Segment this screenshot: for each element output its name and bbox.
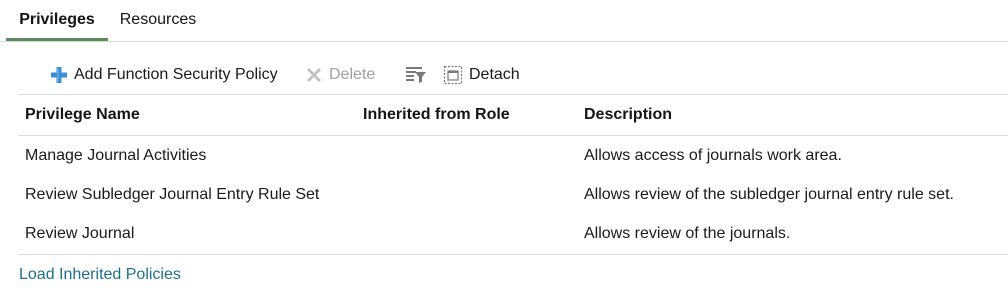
plus-icon [50,66,68,84]
x-icon [305,66,323,84]
detach-button-label: Detach [469,66,520,83]
add-button-label: Add Function Security Policy [74,66,278,83]
detach-icon [443,65,463,85]
table-body: Manage Journal Activities Allows access … [18,136,1008,255]
detach-button[interactable]: Detach [443,57,520,93]
description-cell: Allows review of the subledger journal e… [584,186,954,203]
delete-button[interactable]: Delete [305,57,375,93]
table-row[interactable]: Manage Journal Activities Allows access … [18,136,1008,175]
tab-resources[interactable]: Resources [108,0,208,40]
tab-bar: Privileges Resources [0,0,1008,42]
privilege-name-cell: Manage Journal Activities [25,147,207,164]
query-by-example-button[interactable] [405,57,427,93]
load-inherited-policies-link[interactable]: Load Inherited Policies [19,266,181,284]
query-by-example-icon [405,65,427,85]
table-row[interactable]: Review Journal Allows review of the jour… [18,214,1008,253]
privilege-name-cell: Review Subledger Journal Entry Rule Set [25,186,320,203]
column-header-inherited-from-role[interactable]: Inherited from Role [363,95,510,135]
delete-button-label: Delete [329,66,376,83]
tab-privileges[interactable]: Privileges [6,0,108,41]
description-cell: Allows review of the journals. [584,225,791,242]
table-row[interactable]: Review Subledger Journal Entry Rule Set … [18,175,1008,214]
privilege-name-cell: Review Journal [25,225,135,242]
toolbar: Add Function Security Policy Delete Deta… [18,57,1008,95]
table-header: Privilege Name Inherited from Role Descr… [18,95,1008,136]
privileges-table: Privilege Name Inherited from Role Descr… [18,95,1008,255]
description-cell: Allows access of journals work area. [584,147,842,164]
add-function-security-policy-button[interactable]: Add Function Security Policy [50,57,278,93]
column-header-description[interactable]: Description [584,95,672,135]
column-header-privilege-name[interactable]: Privilege Name [25,95,140,135]
privileges-panel: Privileges Resources Add Function Securi… [0,0,1008,298]
